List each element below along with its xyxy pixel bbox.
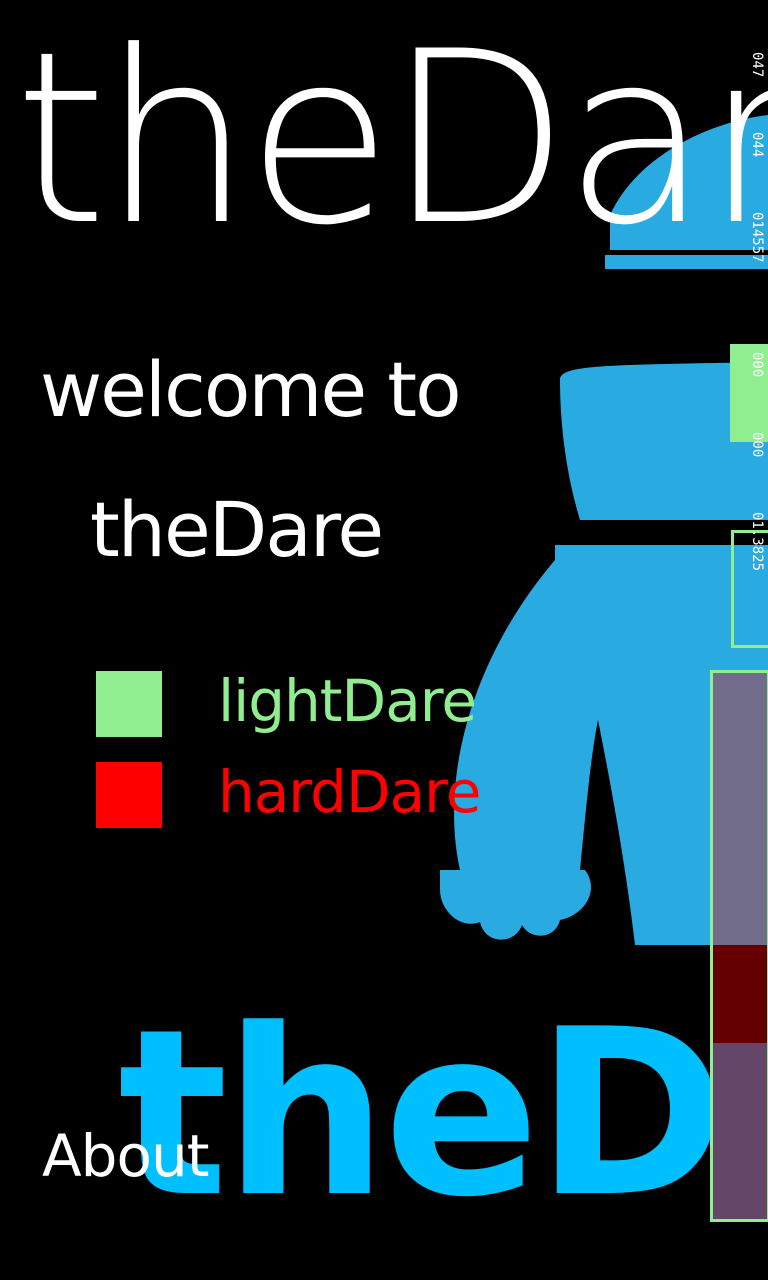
debug-value-3: 014557 [749, 212, 765, 263]
hard-dare-swatch [96, 762, 162, 828]
next-panel-preview[interactable] [710, 670, 768, 1222]
welcome-heading-line2: theDare [90, 485, 384, 574]
hard-dare-label: hardDare [218, 758, 481, 826]
logo-wordmark: theDare [118, 981, 768, 1248]
welcome-heading-line1: welcome to [40, 345, 462, 434]
debug-value-2: 044 [749, 132, 765, 158]
panel-preview-logo-fragment [713, 1043, 767, 1219]
debug-counter-column: 047 044 014557 000 000 01.3825 [748, 50, 768, 650]
about-link[interactable]: About [42, 1118, 209, 1194]
hard-dare-button[interactable]: hardDare [96, 758, 536, 828]
debug-value-1: 047 [749, 52, 765, 78]
debug-value-6: 01.3825 [749, 512, 765, 572]
light-dare-button[interactable]: lightDare [96, 667, 536, 737]
debug-value-4: 000 [749, 352, 765, 378]
light-dare-label: lightDare [218, 667, 477, 735]
debug-value-5: 000 [749, 432, 765, 458]
app-screen: theDare welcome to theDare lightDare har… [0, 0, 768, 1280]
light-dare-swatch [96, 671, 162, 737]
panel-preview-top [713, 673, 767, 945]
app-title: theDare [14, 1, 768, 278]
